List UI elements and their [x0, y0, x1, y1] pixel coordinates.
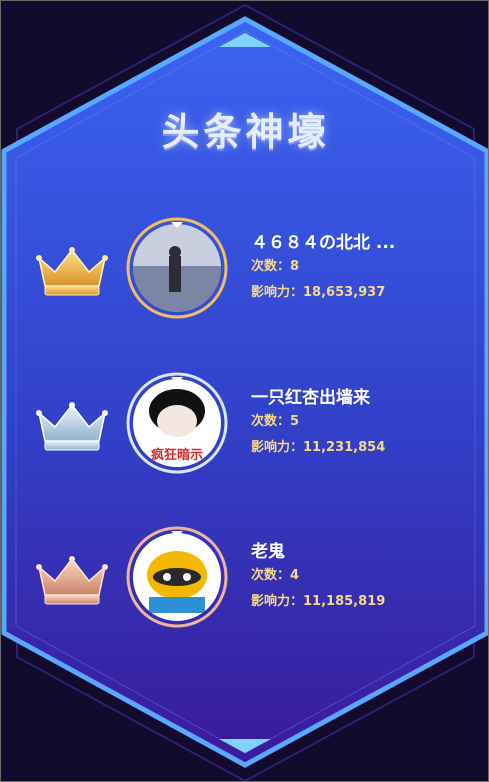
influence-stat: 影响力：11,185,819	[251, 594, 386, 609]
leaderboard-card: 头条神壕 ４６８４の北北 ... 次数：8 影响力：18,653,937 疯狂暗…	[0, 0, 489, 782]
silver-crown-icon	[35, 401, 109, 453]
count-stat: 次数：4	[251, 568, 300, 583]
avatar[interactable]	[125, 525, 229, 629]
user-name: 一只红杏出墙来	[251, 388, 370, 408]
count-stat: 次数：8	[251, 259, 300, 274]
avatar[interactable]	[125, 216, 229, 320]
page-title: 头条神壕	[161, 110, 330, 154]
influence-stat: 影响力：11,231,854	[251, 440, 386, 455]
influence-stat: 影响力：18,653,937	[251, 285, 386, 300]
avatar[interactable]: 疯狂暗示	[125, 371, 229, 475]
leaderboard-row-2[interactable]: 疯狂暗示 一只红杏出墙来 次数：5 影响力：11,231,854	[1, 369, 488, 481]
avatar-caption: 疯狂暗示	[151, 447, 203, 463]
count-stat: 次数：5	[251, 414, 300, 429]
bronze-crown-icon	[35, 555, 109, 607]
leaderboard-row-1[interactable]: ４６８４の北北 ... 次数：8 影响力：18,653,937	[1, 214, 488, 326]
gold-crown-icon	[35, 246, 109, 298]
user-name: ４６８４の北北 ...	[251, 233, 396, 253]
leaderboard-row-3[interactable]: 老鬼 次数：4 影响力：11,185,819	[1, 523, 488, 635]
user-name: 老鬼	[251, 542, 285, 562]
